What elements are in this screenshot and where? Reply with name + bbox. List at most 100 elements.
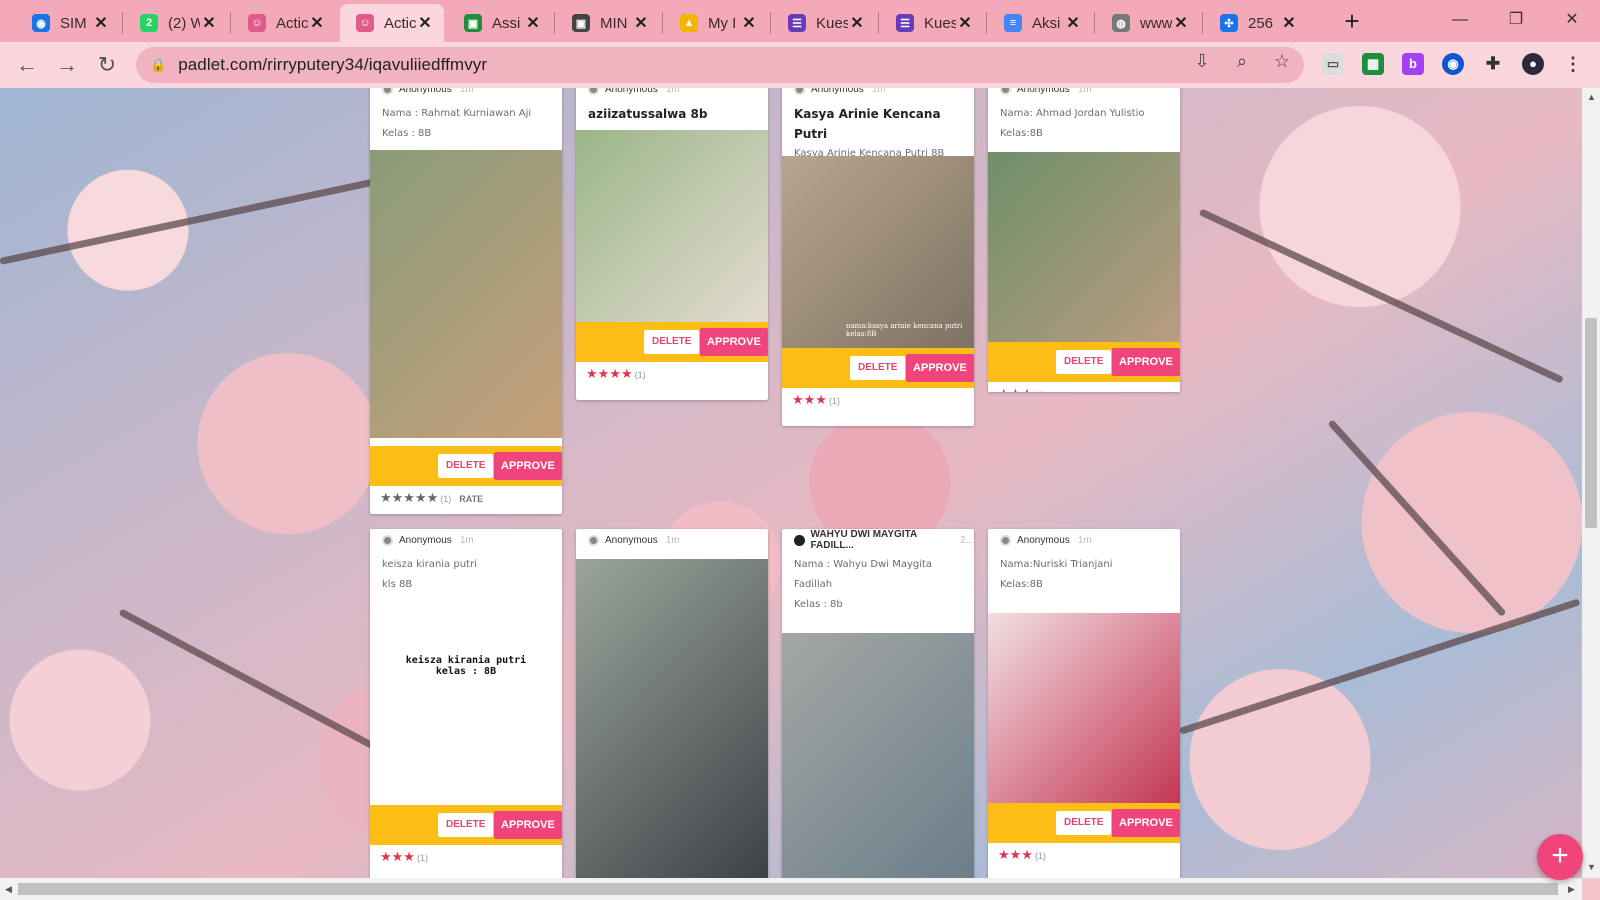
star-rating[interactable]: ★★★(1) bbox=[792, 388, 840, 412]
back-icon[interactable]: ← bbox=[12, 50, 42, 80]
post-photo[interactable]: keisza kirania putri kelas : 8B bbox=[370, 605, 562, 805]
star-rating[interactable]: ★★★★ (1) bbox=[586, 362, 646, 386]
tab-title: Actic bbox=[276, 14, 308, 32]
post-photo[interactable] bbox=[576, 130, 768, 322]
new-tab-button[interactable]: + bbox=[1336, 6, 1368, 38]
reload-icon[interactable]: ↻ bbox=[92, 50, 122, 80]
post-photo[interactable] bbox=[370, 150, 562, 438]
delete-button[interactable]: DELETE bbox=[1056, 350, 1112, 374]
vertical-scrollbar[interactable]: ▲ ▼ bbox=[1582, 88, 1600, 878]
window-close-button[interactable]: ✕ bbox=[1544, 4, 1600, 36]
rating-stars[interactable]: ★★★★ bbox=[586, 366, 633, 381]
post-card[interactable]: Anonymous 1m aziizatussalwa 8b DELETE APPROV… bbox=[576, 88, 768, 400]
tab-close-icon[interactable]: ✕ bbox=[956, 13, 974, 33]
delete-button[interactable]: DELETE bbox=[850, 356, 906, 380]
scroll-up-icon[interactable]: ▲ bbox=[1587, 92, 1596, 102]
reading-list-icon[interactable]: ▭ bbox=[1322, 53, 1344, 75]
scrollbar-thumb[interactable] bbox=[1585, 318, 1597, 528]
browser-tab[interactable]: 2 (2) W ✕ bbox=[124, 4, 228, 42]
tab-close-icon[interactable]: ✕ bbox=[200, 13, 218, 33]
star-rating[interactable]: ★★★(1) bbox=[380, 845, 428, 869]
rating-stars[interactable]: ★★★★★ bbox=[380, 490, 438, 505]
hscroll-thumb[interactable] bbox=[18, 883, 1558, 895]
tab-close-icon[interactable]: ✕ bbox=[848, 13, 866, 33]
approve-button[interactable]: APPROVE bbox=[1112, 348, 1180, 376]
tab-close-icon[interactable]: ✕ bbox=[1064, 13, 1082, 33]
tab-close-icon[interactable]: ✕ bbox=[308, 13, 326, 33]
star-rating[interactable]: ★★★(1) bbox=[998, 843, 1046, 867]
post-card[interactable]: WAHYU DWI MAYGITA FADILL... 2... Nama : Wa… bbox=[782, 529, 974, 878]
post-text-line: Kelas : 8B bbox=[382, 128, 432, 139]
bookmark-star-icon[interactable]: ☆ bbox=[1270, 49, 1294, 73]
tab-close-icon[interactable]: ✕ bbox=[632, 13, 650, 33]
tab-close-icon[interactable]: ✕ bbox=[740, 13, 758, 33]
author-name: Anonymous bbox=[605, 534, 658, 546]
post-card[interactable]: Anonymous 1m bbox=[576, 529, 768, 878]
approve-button[interactable]: APPROVE bbox=[494, 811, 562, 839]
author-avatar bbox=[794, 88, 805, 95]
browser-tab[interactable]: ▣ Assi ✕ bbox=[448, 4, 552, 42]
tab-close-icon[interactable]: ✕ bbox=[1280, 13, 1298, 33]
sheets-extension-icon[interactable]: ▦ bbox=[1362, 53, 1384, 75]
horizontal-scrollbar[interactable]: ◀ ▶ bbox=[0, 878, 1582, 900]
post-photo[interactable] bbox=[576, 559, 768, 878]
delete-button[interactable]: DELETE bbox=[438, 454, 494, 478]
browser-tab[interactable]: ☰ Kues ✕ bbox=[880, 4, 984, 42]
approve-button[interactable]: APPROVE bbox=[906, 354, 974, 382]
restore-button[interactable]: ❐ bbox=[1488, 4, 1544, 36]
post-text-line: keisza kirania putri bbox=[382, 559, 477, 570]
post-photo[interactable]: nama:kasya arinie kencana putri kelas:8B bbox=[782, 156, 974, 348]
approve-button[interactable]: APPROVE bbox=[1112, 809, 1180, 837]
circle-extension-icon[interactable]: ◉ bbox=[1442, 53, 1464, 75]
browser-tab[interactable]: ≡ Aksi ✕ bbox=[988, 4, 1092, 42]
minimize-button[interactable]: — bbox=[1432, 4, 1488, 36]
scroll-left-icon[interactable]: ◀ bbox=[5, 884, 12, 895]
address-bar[interactable]: 🔒 padlet.com/rirryputery34/iqavuliiedffm… bbox=[136, 47, 1304, 83]
browser-tab[interactable]: ◍ www ✕ bbox=[1096, 4, 1200, 42]
rate-label[interactable]: RATE bbox=[459, 494, 483, 504]
rating-stars[interactable]: ★★★ bbox=[998, 386, 1033, 392]
post-card[interactable]: Anonymous 1m Nama: Ahmad Jordan Yulistio Ke… bbox=[988, 88, 1180, 392]
forward-icon[interactable]: → bbox=[52, 50, 82, 80]
rating-stars[interactable]: ★★★ bbox=[380, 849, 415, 864]
rating-stars[interactable]: ★★★ bbox=[998, 847, 1033, 862]
zoom-icon[interactable]: ⌕ bbox=[1230, 49, 1254, 73]
post-photo[interactable] bbox=[988, 613, 1180, 803]
scroll-down-icon[interactable]: ▼ bbox=[1587, 862, 1596, 872]
post-photo[interactable] bbox=[782, 633, 974, 878]
star-rating[interactable]: ★★★★★ (1) RATE bbox=[380, 486, 483, 510]
post-photo[interactable] bbox=[988, 152, 1180, 342]
browser-tab[interactable]: ◉ SIM ✕ bbox=[16, 4, 120, 42]
browser-tab[interactable]: ▣ MIN ✕ bbox=[556, 4, 660, 42]
star-rating[interactable]: ★★★(1) bbox=[998, 382, 1046, 392]
install-icon[interactable]: ⇩ bbox=[1190, 49, 1214, 73]
post-card[interactable]: Anonymous 1m keisza kirania putri kls 8B kei… bbox=[370, 529, 562, 878]
tab-close-icon[interactable]: ✕ bbox=[524, 13, 542, 33]
tab-close-icon[interactable]: ✕ bbox=[1172, 13, 1190, 33]
rating-stars[interactable]: ★★★ bbox=[792, 392, 827, 407]
moderation-bar: DELETE APPROVE bbox=[782, 348, 974, 388]
scroll-right-icon[interactable]: ▶ bbox=[1568, 884, 1575, 895]
add-post-button[interactable]: + bbox=[1537, 834, 1583, 880]
tab-separator bbox=[122, 12, 123, 34]
delete-button[interactable]: DELETE bbox=[438, 813, 494, 837]
author-avatar bbox=[588, 534, 599, 546]
post-card[interactable]: Anonymous 1m Nama:Nuriski Trianjani Kelas:8… bbox=[988, 529, 1180, 878]
post-card[interactable]: Anonymous 1m Kasya Arinie Kencana Putri Kas… bbox=[782, 88, 974, 426]
browser-tab[interactable]: ✣ 256 ✕ bbox=[1204, 4, 1308, 42]
delete-button[interactable]: DELETE bbox=[1056, 811, 1112, 835]
tab-close-icon[interactable]: ✕ bbox=[92, 13, 110, 33]
browser-tab[interactable]: ☺ Actic ✕ bbox=[232, 4, 336, 42]
b-extension-icon[interactable]: b bbox=[1402, 53, 1424, 75]
profile-avatar[interactable]: ● bbox=[1522, 53, 1544, 75]
delete-button[interactable]: DELETE bbox=[644, 330, 700, 354]
menu-kebab-icon[interactable]: ⋮ bbox=[1562, 53, 1584, 75]
post-card[interactable]: Anonymous 1m Nama : Rahmat Kurniawan Aji Ke… bbox=[370, 88, 562, 514]
browser-tab[interactable]: ☺ Actic ✕ bbox=[340, 4, 444, 42]
extensions-puzzle-icon[interactable]: ✚ bbox=[1482, 53, 1504, 75]
browser-tab[interactable]: ▲ My I ✕ bbox=[664, 4, 768, 42]
approve-button[interactable]: APPROVE bbox=[494, 452, 562, 480]
approve-button[interactable]: APPROVE bbox=[700, 328, 768, 356]
tab-close-icon[interactable]: ✕ bbox=[416, 13, 434, 33]
browser-tab[interactable]: ☰ Kues ✕ bbox=[772, 4, 876, 42]
